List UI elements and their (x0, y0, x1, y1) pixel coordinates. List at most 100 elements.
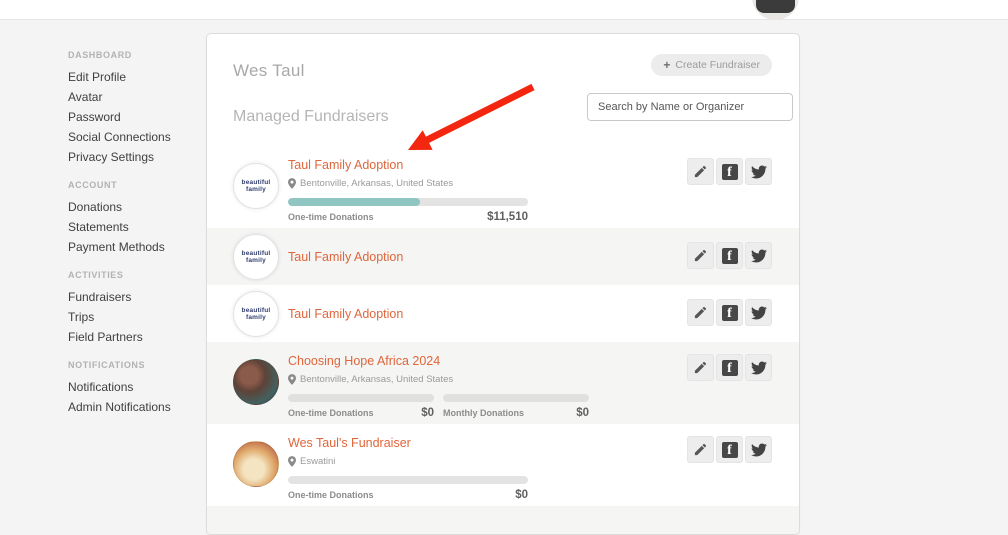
map-pin-icon (288, 374, 296, 385)
edit-button[interactable] (687, 242, 714, 269)
facebook-icon: f (722, 164, 738, 180)
edit-button[interactable] (687, 299, 714, 326)
fundraiser-row: beautifulfamily Taul Family Adoption (207, 285, 799, 342)
twitter-icon (751, 360, 767, 376)
fundraiser-actions: f (687, 354, 772, 381)
share-twitter-button[interactable] (745, 436, 772, 463)
facebook-icon: f (722, 248, 738, 264)
fundraiser-avatar[interactable]: beautifulfamily (233, 163, 279, 209)
share-facebook-button[interactable]: f (716, 299, 743, 326)
sidebar-item-password[interactable]: Password (68, 107, 203, 127)
search-input[interactable] (587, 93, 793, 121)
edit-button[interactable] (687, 436, 714, 463)
share-twitter-button[interactable] (745, 299, 772, 326)
fundraiser-title-link[interactable]: Taul Family Adoption (288, 250, 403, 264)
fundraiser-metrics: One-time Donations $0 (288, 476, 799, 501)
avatar-logo-text: beautiful (242, 250, 271, 257)
fundraiser-row-partial (207, 506, 799, 535)
sidebar-section-header: ACTIVITIES (68, 270, 203, 280)
share-facebook-button[interactable]: f (716, 354, 743, 381)
fundraiser-location-text: Bentonville, Arkansas, United States (300, 374, 453, 385)
metric-value: $0 (515, 489, 528, 501)
sidebar-item-payment-methods[interactable]: Payment Methods (68, 237, 203, 257)
edit-button[interactable] (687, 158, 714, 185)
sidebar-section-header: ACCOUNT (68, 180, 203, 190)
share-twitter-button[interactable] (745, 354, 772, 381)
fundraiser-row: beautifulfamily Taul Family Adoption Ben… (207, 146, 799, 228)
progress-bar-fill (288, 198, 420, 206)
fundraiser-row: Choosing Hope Africa 2024 Bentonville, A… (207, 342, 799, 424)
metric-label: Monthly Donations (443, 408, 524, 418)
fundraiser-avatar[interactable] (233, 359, 279, 405)
fundraiser-title-link[interactable]: Choosing Hope Africa 2024 (288, 354, 440, 368)
metric-label: One-time Donations (288, 212, 374, 222)
fundraiser-location-text: Bentonville, Arkansas, United States (300, 178, 453, 189)
sidebar-section-header: NOTIFICATIONS (68, 360, 203, 370)
fundraiser-row: Wes Taul's Fundraiser Eswatini One-time … (207, 424, 799, 506)
donation-metric: One-time Donations $0 (288, 394, 434, 419)
section-title: Managed Fundraisers (233, 108, 389, 126)
edit-button[interactable] (687, 354, 714, 381)
share-facebook-button[interactable]: f (716, 158, 743, 185)
progress-bar (443, 394, 589, 402)
sidebar-item-statements[interactable]: Statements (68, 217, 203, 237)
metric-value: $11,510 (487, 211, 528, 223)
facebook-icon: f (722, 305, 738, 321)
sidebar-item-edit-profile[interactable]: Edit Profile (68, 67, 203, 87)
map-pin-icon (288, 178, 296, 189)
fundraiser-actions: f (687, 436, 772, 463)
sidebar-item-privacy-settings[interactable]: Privacy Settings (68, 147, 203, 167)
twitter-icon (751, 164, 767, 180)
pencil-icon (693, 305, 708, 320)
sidebar-item-social-connections[interactable]: Social Connections (68, 127, 203, 147)
sidebar-item-donations[interactable]: Donations (68, 197, 203, 217)
sidebar-section: ACCOUNT Donations Statements Payment Met… (68, 180, 203, 257)
pencil-icon (693, 360, 708, 375)
share-twitter-button[interactable] (745, 158, 772, 185)
avatar-logo-text: family (246, 314, 266, 321)
sidebar-section: DASHBOARD Edit Profile Avatar Password S… (68, 50, 203, 167)
fundraiser-avatar[interactable]: beautifulfamily (233, 291, 279, 337)
sidebar-item-avatar[interactable]: Avatar (68, 87, 203, 107)
create-fundraiser-label: Create Fundraiser (675, 59, 760, 71)
create-fundraiser-button[interactable]: + Create Fundraiser (651, 54, 772, 76)
sidebar: DASHBOARD Edit Profile Avatar Password S… (68, 50, 203, 430)
sidebar-item-admin-notifications[interactable]: Admin Notifications (68, 397, 203, 417)
twitter-icon (751, 248, 767, 264)
sidebar-item-fundraisers[interactable]: Fundraisers (68, 287, 203, 307)
user-avatar-image (756, 0, 795, 13)
avatar-logo-text: family (246, 186, 266, 193)
donation-metric: One-time Donations $0 (288, 476, 528, 501)
share-facebook-button[interactable]: f (716, 436, 743, 463)
pencil-icon (693, 248, 708, 263)
plus-icon: + (663, 59, 670, 71)
share-twitter-button[interactable] (745, 242, 772, 269)
fundraiser-avatar[interactable]: beautifulfamily (233, 234, 279, 280)
fundraiser-actions: f (687, 242, 772, 269)
pencil-icon (693, 442, 708, 457)
donation-metric: One-time Donations $11,510 (288, 198, 528, 223)
twitter-icon (751, 442, 767, 458)
fundraiser-metrics: One-time Donations $11,510 (288, 198, 799, 223)
sidebar-item-trips[interactable]: Trips (68, 307, 203, 327)
sidebar-section: NOTIFICATIONS Notifications Admin Notifi… (68, 360, 203, 417)
fundraiser-title-link[interactable]: Wes Taul's Fundraiser (288, 436, 411, 450)
pencil-icon (693, 164, 708, 179)
sidebar-item-notifications[interactable]: Notifications (68, 377, 203, 397)
sidebar-section-header: DASHBOARD (68, 50, 203, 60)
progress-bar (288, 198, 528, 206)
share-facebook-button[interactable]: f (716, 242, 743, 269)
avatar-logo-text: beautiful (242, 307, 271, 314)
fundraiser-row: beautifulfamily Taul Family Adoption (207, 228, 799, 285)
fundraiser-title-link[interactable]: Taul Family Adoption (288, 158, 403, 172)
avatar-logo-text: beautiful (242, 179, 271, 186)
facebook-icon: f (722, 360, 738, 376)
page-title: Wes Taul (233, 61, 305, 81)
sidebar-item-field-partners[interactable]: Field Partners (68, 327, 203, 347)
facebook-icon: f (722, 442, 738, 458)
metric-value: $0 (421, 407, 434, 419)
fundraiser-title-link[interactable]: Taul Family Adoption (288, 307, 403, 321)
metric-value: $0 (576, 407, 589, 419)
fundraiser-actions: f (687, 158, 772, 185)
fundraiser-avatar[interactable] (233, 441, 279, 487)
